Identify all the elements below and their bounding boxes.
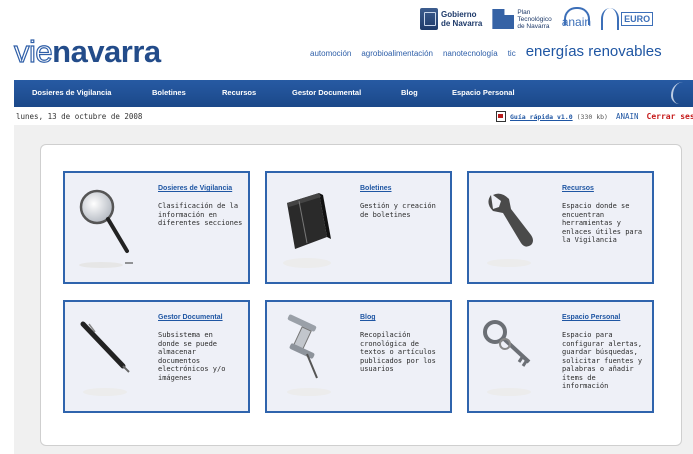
pushpin-icon (287, 314, 331, 396)
pen-icon (80, 321, 130, 396)
topic-agrobioalimentacion[interactable]: agrobioalimentación (361, 49, 433, 58)
nav-espacio-personal[interactable]: Espacio Personal (452, 88, 515, 97)
topic-tic[interactable]: tic (508, 49, 516, 58)
card-description: Espacio para configurar alertas, guardar b… (562, 331, 643, 390)
card-description: Espacio donde se encuentran herramientas y… (562, 202, 643, 244)
card-dosieres[interactable]: Dosieres de Vigilancia Clasificación de … (63, 171, 250, 284)
magnifier-icon (79, 189, 133, 268)
card-description: Gestión y creación de boletines (360, 202, 436, 219)
card-description: Clasificación de la información en diferen… (158, 202, 243, 227)
header-links: Guía rápida v1.0 (330 kb) ANAIN Cerrar s… (496, 111, 693, 122)
nav-dosieres[interactable]: Dosieres de Vigilancia (32, 88, 111, 97)
card-title[interactable]: Espacio Personal (562, 314, 620, 321)
card-title[interactable]: Recursos (562, 185, 594, 192)
card-title[interactable]: Dosieres de Vigilancia (158, 185, 232, 192)
keys-icon (483, 320, 531, 396)
wrench-icon (487, 193, 533, 267)
nav-ornament-icon (671, 82, 691, 104)
topic-links: automoción agrobioalimentación nanotecno… (310, 43, 662, 60)
current-date: lunes, 13 de octubre de 2008 (16, 112, 143, 121)
card-title[interactable]: Gestor Documental (158, 314, 223, 321)
notebook-icon (283, 193, 331, 268)
puzzle-icon (492, 9, 515, 29)
anain-link[interactable]: ANAIN (616, 112, 639, 121)
card-description: Recopilación cronológica de textos o artíc… (360, 331, 436, 373)
gobierno-navarra-logo: Gobierno de Navarra (420, 8, 482, 30)
topic-automocion[interactable]: automoción (310, 49, 351, 58)
main-nav: Dosieres de Vigilancia Boletines Recurso… (14, 80, 693, 107)
card-title[interactable]: Blog (360, 314, 376, 321)
card-gestor-documental[interactable]: Gestor Documental Subsistema en donde se … (63, 300, 250, 413)
card-title[interactable]: Boletines (360, 185, 392, 192)
nav-gestor-documental[interactable]: Gestor Documental (292, 88, 361, 97)
topic-nanotecnologia[interactable]: nanotecnología (443, 49, 498, 58)
nav-recursos[interactable]: Recursos (222, 88, 256, 97)
nav-blog[interactable]: Blog (401, 88, 418, 97)
anain-logo: anain (562, 7, 591, 29)
card-blog[interactable]: Blog Recopilación cronológica de textos o … (265, 300, 452, 413)
topic-energias-renovables[interactable]: energías renovables (526, 43, 662, 60)
partner-logos: Gobierno de Navarra Plan Tecnológico de … (420, 2, 654, 36)
logout-link[interactable]: Cerrar ses (647, 112, 693, 121)
quick-guide-link[interactable]: Guía rápida v1.0 (510, 113, 573, 121)
plan-tecnologico-logo: Plan Tecnológico de Navarra (492, 9, 552, 30)
cards-container: Dosieres de Vigilancia Clasificación de … (40, 144, 682, 446)
euro-swirl-icon (601, 8, 620, 30)
site-logo[interactable]: vienavarra (13, 33, 161, 70)
nav-boletines[interactable]: Boletines (152, 88, 186, 97)
guide-size: (330 kb) (576, 112, 608, 121)
euro-logo: EURO (601, 8, 654, 30)
content-panel: Dosieres de Vigilancia Clasificación de … (14, 125, 693, 454)
card-recursos[interactable]: Recursos Espacio donde se encuentran herra… (467, 171, 654, 284)
pdf-icon[interactable] (496, 111, 506, 122)
navarra-crest-icon (420, 8, 438, 30)
card-espacio-personal[interactable]: Espacio Personal Espacio para configurar … (467, 300, 654, 413)
card-boletines[interactable]: Boletines Gestión y creación de boletines (265, 171, 452, 284)
card-description: Subsistema en donde se puede almacenar docu… (158, 331, 226, 382)
